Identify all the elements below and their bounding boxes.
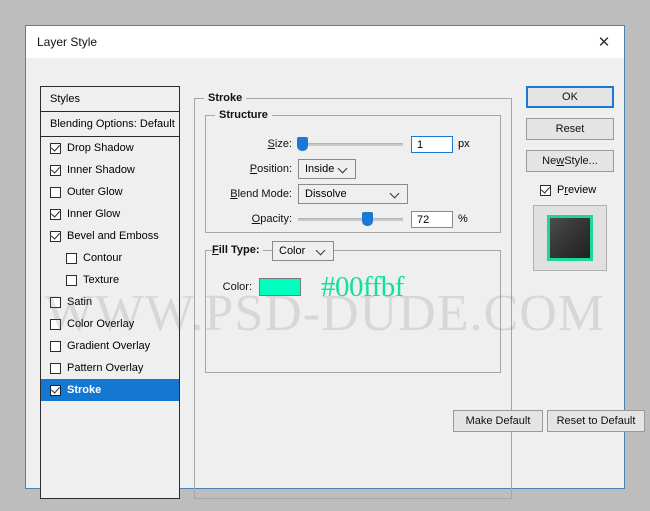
- styles-item-outer-glow[interactable]: Outer Glow: [41, 181, 179, 203]
- styles-item-label: Stroke: [67, 384, 102, 396]
- styles-item-label: Color Overlay: [67, 318, 135, 330]
- size-slider[interactable]: [297, 136, 403, 152]
- styles-item-pattern-overlay[interactable]: Pattern Overlay: [41, 357, 179, 379]
- structure-group: Structure Size: 1 px Position: Inside Bl…: [205, 109, 501, 233]
- size-input[interactable]: 1: [411, 135, 453, 153]
- chevron-down-icon: [391, 189, 400, 198]
- checkbox[interactable]: [50, 186, 61, 198]
- dialog-title: Layer Style: [37, 35, 98, 49]
- size-unit: px: [458, 138, 470, 150]
- styles-item-label: Outer Glow: [67, 186, 123, 198]
- position-label: Position:: [249, 163, 292, 175]
- chevron-down-icon: [317, 246, 326, 255]
- fill-type-dropdown[interactable]: Color: [272, 241, 334, 261]
- preview-thumbnail: [533, 205, 607, 271]
- opacity-label: Opacity:: [251, 213, 292, 225]
- structure-group-title: Structure: [215, 109, 272, 121]
- styles-item-gradient-overlay[interactable]: Gradient Overlay: [41, 335, 179, 357]
- color-label: Color:: [222, 281, 252, 293]
- checkbox[interactable]: [50, 296, 61, 308]
- styles-list-header[interactable]: Styles: [41, 87, 179, 112]
- styles-item-inner-glow[interactable]: Inner Glow: [41, 203, 179, 225]
- styles-item-color-overlay[interactable]: Color Overlay: [41, 313, 179, 335]
- opacity-slider[interactable]: [298, 211, 403, 227]
- styles-item-stroke[interactable]: Stroke: [41, 379, 179, 401]
- styles-list[interactable]: Styles Blending Options: Default Drop Sh…: [40, 86, 180, 499]
- styles-item-contour[interactable]: Contour: [41, 247, 179, 269]
- opacity-unit: %: [458, 213, 468, 225]
- styles-item-label: Gradient Overlay: [67, 340, 151, 352]
- fill-type-group: Fill Type: Color Color: #00ffbf: [205, 241, 501, 373]
- reset-to-default-button[interactable]: Reset to Default: [547, 410, 645, 432]
- preview-checkbox[interactable]: [540, 184, 551, 196]
- ok-button[interactable]: OK: [526, 86, 614, 108]
- checkbox[interactable]: [50, 318, 61, 330]
- checkbox[interactable]: [66, 274, 77, 286]
- styles-item-container: Drop Shadow Inner Shadow Outer Glow Inner G…: [41, 137, 179, 401]
- blend-mode-label: Blend Mode:: [230, 188, 292, 200]
- checkbox[interactable]: [50, 340, 61, 352]
- color-row: Color: #00ffbf: [214, 272, 494, 301]
- opacity-slider-thumb[interactable]: [362, 212, 374, 226]
- checkbox[interactable]: [50, 362, 61, 374]
- size-label: Size:: [267, 138, 292, 150]
- preview-fill: [550, 218, 590, 258]
- blend-mode-dropdown[interactable]: Dissolve: [298, 184, 408, 204]
- preview-stroke-frame: [547, 215, 593, 261]
- styles-item-label: Contour: [83, 252, 123, 264]
- size-slider-thumb[interactable]: [297, 137, 309, 151]
- position-row: Position: Inside: [206, 159, 496, 179]
- dialog-body: Styles Blending Options: Default Drop Sh…: [26, 58, 645, 499]
- styles-item-label: Drop Shadow: [67, 142, 134, 154]
- checkbox[interactable]: [50, 208, 61, 220]
- new-style-button[interactable]: Ne w Style...: [526, 150, 614, 172]
- styles-item-satin[interactable]: Satin: [41, 291, 179, 313]
- color-swatch[interactable]: [259, 278, 301, 296]
- styles-item-label: Texture: [83, 274, 120, 286]
- styles-item-bevel-and-emboss[interactable]: Bevel and Emboss: [41, 225, 179, 247]
- blending-options-row[interactable]: Blending Options: Default: [41, 112, 179, 137]
- dialog-titlebar: Layer Style ✕: [26, 26, 624, 58]
- stroke-group: Stroke Structure Size: 1 px Position: In…: [194, 92, 645, 499]
- styles-item-label: Bevel and Emboss: [67, 230, 159, 242]
- blend-mode-value: Dissolve: [305, 188, 347, 200]
- position-value: Inside: [305, 163, 335, 175]
- opacity-input[interactable]: 72: [411, 210, 453, 228]
- styles-item-inner-shadow[interactable]: Inner Shadow: [41, 159, 179, 181]
- checkbox[interactable]: [50, 230, 61, 242]
- dialog-actions: OK Reset Ne w Style... Preview: [526, 86, 614, 271]
- chevron-down-icon: [339, 164, 348, 173]
- size-slider-track: [298, 143, 403, 146]
- opacity-row: Opacity: 72 %: [206, 209, 496, 229]
- preview-label: Preview: [557, 184, 597, 196]
- styles-item-label: Pattern Overlay: [67, 362, 144, 374]
- styles-item-label: Inner Glow: [67, 208, 121, 220]
- opacity-slider-track: [298, 218, 403, 221]
- checkbox[interactable]: [50, 384, 61, 396]
- checkbox[interactable]: [50, 164, 61, 176]
- position-dropdown[interactable]: Inside: [298, 159, 356, 179]
- size-row: Size: 1 px: [206, 134, 496, 154]
- color-hex-text: #00ffbf: [321, 270, 404, 303]
- preview-checkbox-row[interactable]: Preview: [526, 184, 614, 196]
- styles-item-label: Satin: [67, 296, 93, 308]
- reset-button[interactable]: Reset: [526, 118, 614, 140]
- make-default-button[interactable]: Make Default: [453, 410, 543, 432]
- styles-item-drop-shadow[interactable]: Drop Shadow: [41, 137, 179, 159]
- layer-style-dialog: Layer Style ✕ Styles Blending Options: D…: [25, 25, 645, 499]
- checkbox[interactable]: [66, 252, 77, 264]
- blend-mode-row: Blend Mode: Dissolve: [206, 184, 496, 204]
- fill-type-value: Color: [279, 245, 306, 257]
- styles-item-label: Inner Shadow: [67, 164, 135, 176]
- styles-item-texture[interactable]: Texture: [41, 269, 179, 291]
- close-icon[interactable]: ✕: [584, 26, 624, 57]
- checkbox[interactable]: [50, 142, 61, 154]
- stroke-group-title: Stroke: [204, 92, 247, 104]
- fill-type-label: Fill Type:: [212, 244, 264, 256]
